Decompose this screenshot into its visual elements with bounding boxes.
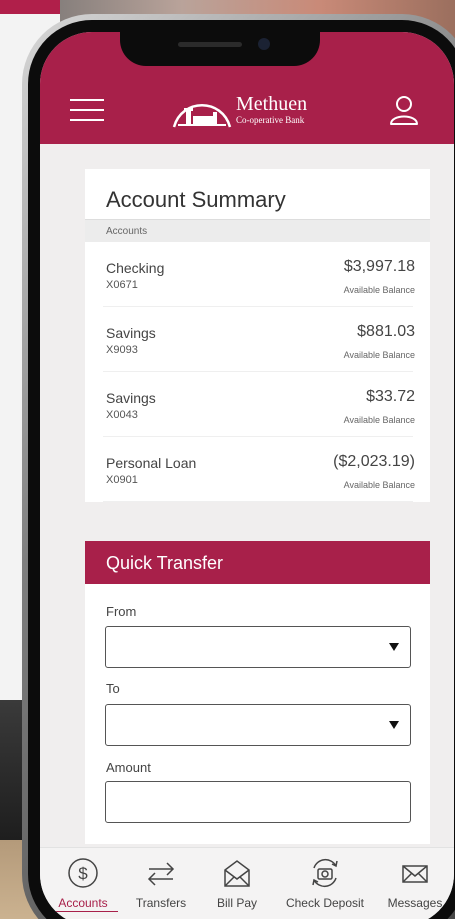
main-content: Account Summary Accounts Checking X0671 … [40,144,454,844]
phone-bezel: Methuen Co-operative Bank Account Summar… [28,20,455,919]
account-balance: ($2,023.19) [333,453,415,470]
amount-input[interactable] [105,781,411,823]
account-row-personal-loan[interactable]: Personal Loan X0901 ($2,023.19) Availabl… [103,437,415,502]
speaker-grille [178,42,242,47]
account-row-savings-0043[interactable]: Savings X0043 $33.72 Available Balance [103,372,415,437]
account-name: Personal Loan [106,455,197,471]
bank-name: Methuen [236,93,308,115]
account-name: Savings [106,390,156,406]
available-balance-label: Available Balance [343,415,415,425]
front-camera [258,38,270,50]
phone-screen: Methuen Co-operative Bank Account Summar… [40,32,454,919]
account-name: Checking [106,260,165,276]
hamburger-menu-icon[interactable] [70,99,104,121]
phone-notch [120,32,320,66]
quick-transfer-header: Quick Transfer [85,541,430,584]
accounts-section-label: Accounts [85,219,430,242]
bank-building-icon [172,94,232,128]
phone-frame: Methuen Co-operative Bank Account Summar… [22,14,455,919]
account-balance: $3,997.18 [343,258,415,275]
account-name: Savings [106,325,156,341]
account-balance: $881.03 [357,323,415,340]
arrows-swap-icon [147,862,175,886]
account-row-checking[interactable]: Checking X0671 $3,997.18 Available Balan… [103,242,415,307]
available-balance-label: Available Balance [343,285,415,295]
account-number: X0671 [106,279,138,291]
background-laptop-bar [0,0,60,14]
envelope-icon [402,865,428,883]
nav-transfers[interactable]: Transfers [122,856,200,910]
account-summary-title: Account Summary [106,187,286,212]
nav-label: Accounts [58,896,108,910]
from-select[interactable] [105,626,411,668]
amount-label: Amount [106,760,151,775]
dropdown-arrow-icon [389,643,399,651]
nav-messages[interactable]: Messages [376,856,454,910]
nav-check-deposit[interactable]: Check Deposit [280,856,370,910]
bank-subtitle: Co-operative Bank [236,115,305,125]
account-number: X9093 [106,344,138,356]
account-balance: $33.72 [366,388,415,405]
available-balance-label: Available Balance [343,480,415,490]
account-number: X0901 [106,474,138,486]
available-balance-label: Available Balance [343,350,415,360]
nav-label: Messages [387,896,443,910]
nav-label: Check Deposit [285,896,365,910]
active-tab-indicator [44,911,118,912]
bank-logo[interactable]: Methuen Co-operative Bank [172,94,307,128]
camera-refresh-icon [312,858,338,888]
to-select[interactable] [105,704,411,746]
nav-label: Bill Pay [216,896,257,910]
dollar-circle-icon: $ [68,858,98,888]
account-row-savings-9093[interactable]: Savings X9093 $881.03 Available Balance [103,307,415,372]
account-number: X0043 [106,409,138,421]
quick-transfer-form: From To Amount [85,584,430,844]
nav-bill-pay[interactable]: Bill Pay [198,856,276,910]
svg-text:$: $ [78,864,88,883]
dropdown-arrow-icon [389,721,399,729]
nav-accounts[interactable]: $ Accounts [44,856,122,910]
nav-label: Transfers [135,896,187,910]
to-label: To [106,681,120,696]
bottom-nav: $ Accounts Transfers Bill Pay Check Depo… [40,847,454,919]
from-label: From [106,604,137,619]
user-profile-icon[interactable] [388,94,420,126]
envelope-open-icon [224,860,250,887]
account-summary-card: Account Summary Accounts Checking X0671 … [85,169,430,502]
